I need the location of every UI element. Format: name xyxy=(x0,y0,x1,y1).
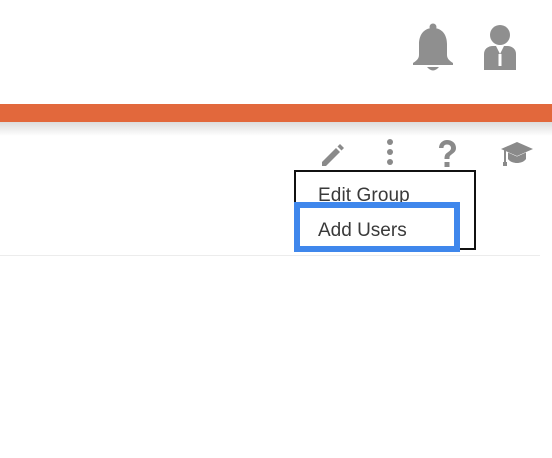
top-header xyxy=(0,0,552,104)
more-vertical-icon[interactable] xyxy=(382,138,398,168)
header-shadow xyxy=(0,122,552,136)
graduation-cap-icon[interactable] xyxy=(500,139,534,169)
page: Edit Group Add Users xyxy=(0,0,552,458)
user-icon[interactable] xyxy=(480,24,520,72)
header-accent-bar xyxy=(0,104,552,122)
pencil-icon[interactable] xyxy=(318,140,346,168)
bell-icon[interactable] xyxy=(410,22,456,74)
add-users-menu-item[interactable]: Add Users xyxy=(294,202,460,252)
help-icon[interactable] xyxy=(436,139,458,169)
content-divider xyxy=(0,255,540,256)
add-users-label: Add Users xyxy=(318,220,407,241)
